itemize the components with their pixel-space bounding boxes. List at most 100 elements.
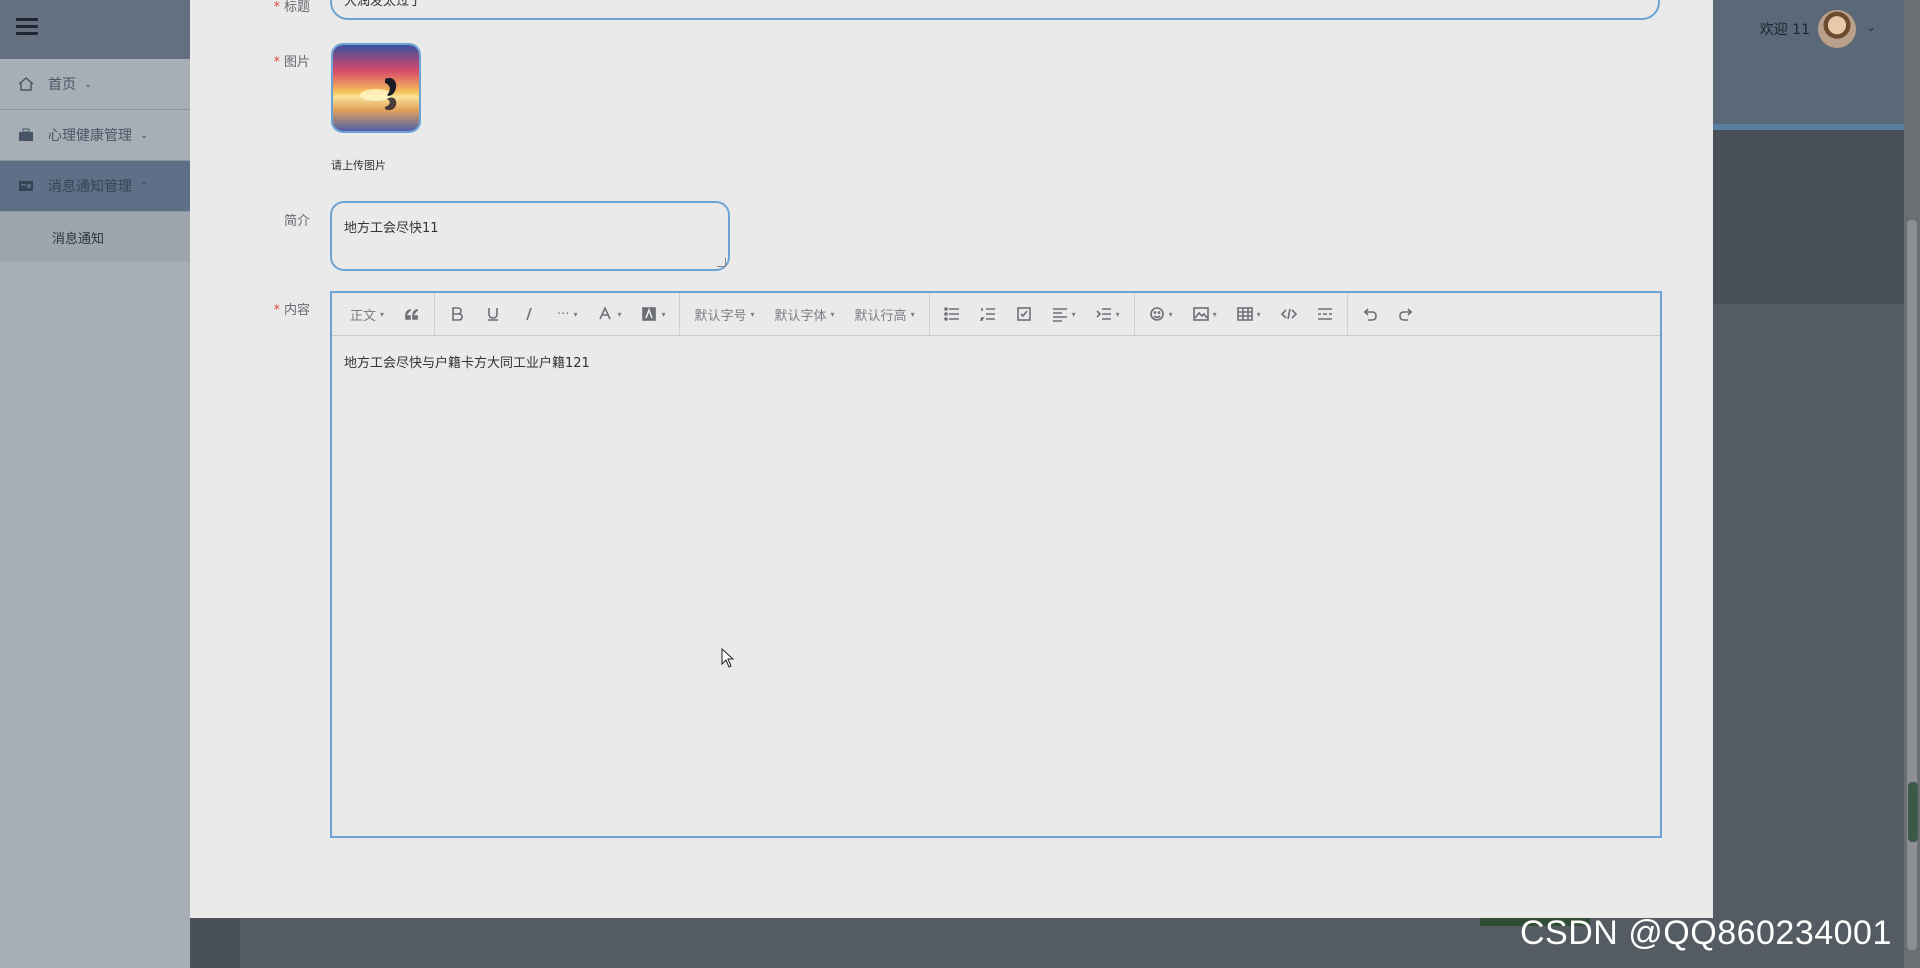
- editor-content-area[interactable]: 地方工会尽快与户籍卡方大同工业户籍121: [332, 336, 1660, 387]
- background-color-button[interactable]: ▾: [631, 299, 675, 329]
- id-card-icon: [19, 181, 33, 191]
- caret-down-icon: ▾: [750, 309, 755, 319]
- numbered-list-button[interactable]: [970, 299, 1006, 329]
- font-size-select[interactable]: 默认字号 ▾: [684, 299, 764, 329]
- image-icon: [1192, 307, 1209, 321]
- upload-hint: 请上传图片: [331, 159, 386, 172]
- resize-grip-icon[interactable]: [717, 258, 726, 267]
- background-color-icon: [642, 307, 657, 321]
- intro-text: 地方工会尽快11: [344, 221, 439, 236]
- hamburger-icon[interactable]: [16, 18, 38, 36]
- caret-down-icon: ▾: [1168, 309, 1173, 319]
- sidebar-subitem-notice[interactable]: 消息通知: [0, 212, 190, 262]
- uploaded-image[interactable]: [331, 43, 421, 133]
- toolbar-divider: [679, 293, 681, 335]
- italic-button[interactable]: [511, 299, 547, 329]
- divider-button[interactable]: [1307, 299, 1343, 329]
- indent-button[interactable]: ▾: [1086, 299, 1130, 329]
- dolphin-sunset-image: [333, 45, 419, 131]
- undo-button[interactable]: [1352, 299, 1388, 329]
- font-family-select[interactable]: 默认字体 ▾: [765, 299, 845, 329]
- sidebar-item-label: 消息通知管理: [48, 179, 132, 195]
- rich-text-editor: 正文 ▾ ··· ▾ ▾ ▾ 默认字号 ▾ 默认字体 ▾ 默认行高 ▾ ▾ ▾ ▾ ▾ ▾: [330, 291, 1662, 838]
- image-label: * 图片: [273, 55, 310, 70]
- editor-text: 地方工会尽快与户籍卡方大同工业户籍121: [344, 356, 590, 371]
- undo-icon: [1363, 308, 1377, 321]
- title-input[interactable]: 大润发太过于: [330, 0, 1660, 20]
- underline-button[interactable]: [475, 299, 511, 329]
- table-icon: [1236, 307, 1253, 321]
- numbered-list-icon: [979, 308, 995, 321]
- emoji-button[interactable]: ▾: [1139, 299, 1183, 329]
- greeting-text: 欢迎 11: [1759, 22, 1810, 38]
- chevron-down-icon[interactable]: ⌄: [1866, 20, 1876, 34]
- caret-down-icon: ▾: [661, 309, 666, 319]
- font-color-icon: [599, 306, 612, 320]
- title-label: * 标题: [273, 0, 310, 15]
- content-label: * 内容: [273, 303, 310, 318]
- editor-toolbar: 正文 ▾ ··· ▾ ▾ ▾ 默认字号 ▾ 默认字体 ▾ 默认行高 ▾ ▾ ▾ ▾ ▾ ▾: [332, 293, 1660, 336]
- caret-down-icon: ▾: [1212, 309, 1217, 319]
- more-styles-button[interactable]: ··· ▾: [547, 299, 587, 329]
- sidebar-item-label: 心理健康管理: [48, 128, 132, 144]
- caret-down-icon: ▾: [1071, 309, 1076, 319]
- required-mark: *: [273, 0, 280, 15]
- chevron-up-icon: ⌃: [140, 180, 149, 192]
- more-icon: ···: [557, 306, 570, 322]
- line-height-select[interactable]: 默认行高 ▾: [845, 299, 925, 329]
- caret-down-icon: ▾: [380, 309, 385, 319]
- mouse-cursor-icon: [721, 648, 735, 668]
- indent-icon: [1096, 308, 1111, 320]
- caret-down-icon: ▾: [830, 309, 835, 319]
- quote-icon: [405, 309, 419, 320]
- insert-image-button[interactable]: ▾: [1183, 299, 1227, 329]
- sidebar-item-notifications[interactable]: 消息通知管理 ⌃: [0, 161, 190, 212]
- avatar[interactable]: [1818, 10, 1856, 48]
- caret-down-icon: ▾: [573, 309, 578, 319]
- sidebar-item-mental-health[interactable]: 心理健康管理 ⌄: [0, 110, 190, 161]
- code-button[interactable]: [1271, 299, 1307, 329]
- code-icon: [1280, 308, 1297, 320]
- intro-textarea[interactable]: 地方工会尽快11: [330, 201, 730, 271]
- toolbar-divider: [1133, 293, 1135, 335]
- caret-down-icon: ▾: [1256, 309, 1261, 319]
- required-mark: *: [273, 303, 280, 318]
- briefcase-icon: [19, 128, 33, 141]
- sidebar-item-label: 首页: [48, 77, 76, 93]
- align-left-icon: [1052, 308, 1067, 322]
- sidebar-top: [0, 0, 190, 59]
- toolbar-divider: [1346, 293, 1348, 335]
- paragraph-select[interactable]: 正文 ▾: [340, 299, 394, 329]
- todo-list-button[interactable]: [1006, 299, 1042, 329]
- italic-icon: [526, 307, 532, 321]
- watermark-text: CSDN @QQ860234001: [1520, 914, 1892, 952]
- caret-down-icon: ▾: [617, 309, 622, 319]
- redo-icon: [1398, 308, 1412, 321]
- emoji-icon: [1149, 307, 1164, 321]
- bold-button[interactable]: [439, 299, 475, 329]
- chevron-down-icon: ⌄: [140, 129, 149, 141]
- toolbar-divider: [434, 293, 436, 335]
- intro-label: 简介: [283, 214, 310, 229]
- side-handle[interactable]: [1908, 782, 1918, 842]
- caret-down-icon: ▾: [1115, 309, 1120, 319]
- home-icon: [18, 77, 34, 91]
- quote-button[interactable]: [394, 299, 430, 329]
- caret-down-icon: ▾: [910, 309, 915, 319]
- underline-icon: [488, 308, 499, 321]
- align-button[interactable]: ▾: [1042, 299, 1086, 329]
- toolbar-divider: [928, 293, 930, 335]
- horizontal-rule-icon: [1317, 308, 1332, 320]
- sidebar-subitem-label: 消息通知: [52, 231, 105, 247]
- sidebar-item-home[interactable]: 首页 ⌄: [0, 59, 190, 110]
- checkbox-icon: [1016, 307, 1031, 321]
- required-mark: *: [273, 55, 280, 70]
- sidebar: 首页 ⌄ 心理健康管理 ⌄ 消息通知管理 ⌃ 消息通知: [0, 0, 190, 968]
- font-color-button[interactable]: ▾: [587, 299, 631, 329]
- insert-table-button[interactable]: ▾: [1227, 299, 1271, 329]
- edit-dialog: * 标题 大润发太过于 * 图片 请上传图片 简介 地方工会尽快11 * 内容 …: [190, 0, 1713, 918]
- redo-button[interactable]: [1388, 299, 1424, 329]
- chevron-down-icon: ⌄: [84, 78, 93, 90]
- bullet-list-icon: [943, 307, 959, 321]
- bullet-list-button[interactable]: [934, 299, 970, 329]
